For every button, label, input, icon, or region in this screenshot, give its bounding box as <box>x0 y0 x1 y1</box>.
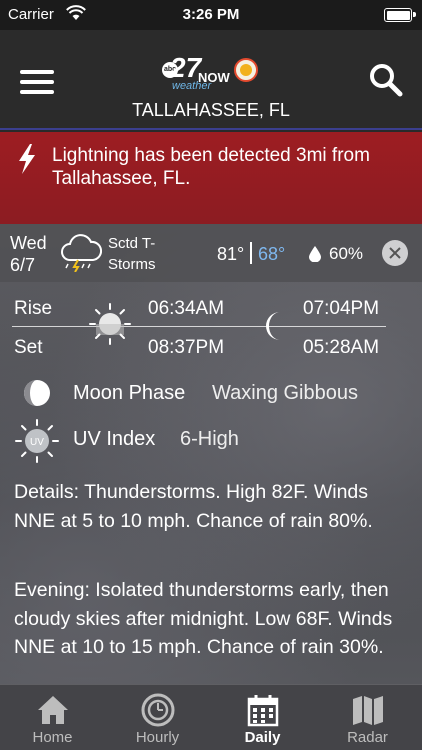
bottom-tab-bar: Home Hourly Daily Radar <box>0 684 422 750</box>
uv-sun-icon: UV <box>15 419 59 463</box>
uv-index-label: UV Index <box>73 428 156 450</box>
hamburger-line <box>20 90 54 94</box>
raindrop-icon <box>309 246 321 262</box>
alert-message: Lightning has been detected 3mi from Tal… <box>52 145 370 189</box>
thunderstorm-cloud-icon <box>61 234 102 272</box>
evening-text: Evening: Isolated thunderstorms early, t… <box>14 579 393 658</box>
day-name: Wed <box>10 233 47 253</box>
moonrise-time: 07:04PM <box>303 298 380 319</box>
low-temp: 68° <box>258 244 286 264</box>
set-label: Set <box>14 337 43 358</box>
location-title: TALLAHASSEE, FL <box>132 100 290 120</box>
home-icon <box>37 696 68 724</box>
close-button[interactable] <box>382 240 408 266</box>
sunrise-time: 06:34AM <box>148 298 225 319</box>
rise-label: Rise <box>14 298 53 319</box>
precip-chance: 60% <box>329 244 364 263</box>
tab-home-label: Home <box>32 729 73 746</box>
menu-button[interactable] <box>20 70 54 94</box>
sunset-time: 08:37PM <box>148 337 225 358</box>
calendar-icon <box>247 695 278 727</box>
close-icon <box>389 247 401 259</box>
hamburger-line <box>20 70 54 74</box>
lightning-alert-banner[interactable]: Lightning has been detected 3mi from Tal… <box>0 132 422 224</box>
moon-icon <box>266 312 280 340</box>
partner-logo-icon <box>234 58 258 82</box>
search-icon[interactable] <box>368 62 404 98</box>
high-temp: 81° <box>217 244 245 264</box>
hamburger-line <box>20 80 54 84</box>
moon-phase-value: Waxing Gibbous <box>212 382 358 404</box>
app-header: abc 27 NOW weather TALLAHASSEE, FL <box>0 30 422 130</box>
details-text: Details: Thunderstorms. High 82F. Winds … <box>14 481 373 532</box>
daily-detail-panel: Wed 6/7 Sctd T- Storms 81° 68° 60% Rise … <box>0 224 422 684</box>
clock-icon <box>141 693 174 727</box>
tab-home[interactable]: Home <box>0 685 105 750</box>
tab-radar[interactable]: Radar <box>315 685 420 750</box>
day-date: Wed 6/7 <box>10 232 47 276</box>
status-time: 3:26 PM <box>182 6 240 23</box>
sun-icon <box>89 303 131 345</box>
tab-daily-label: Daily <box>244 729 281 746</box>
date-value: 6/7 <box>10 255 36 275</box>
condition-line-2: Storms <box>108 256 156 273</box>
sun-moon-times: Rise Set 06:34AM 08:37PM 07:04PM 05:28AM <box>0 292 422 372</box>
battery-icon <box>384 8 416 22</box>
uv-icon-text: UV <box>30 437 44 448</box>
logo-weather-text: weather <box>172 80 212 92</box>
temp-divider <box>250 242 252 264</box>
uv-index-value: 6-High <box>180 428 239 450</box>
condition-text: Sctd T- Storms <box>108 233 156 275</box>
moon-phase-row: Moon Phase Waxing Gibbous <box>0 374 422 414</box>
tab-daily[interactable]: Daily <box>210 685 315 750</box>
status-bar: Carrier 3:26 PM <box>0 0 422 30</box>
day-summary-row: Wed 6/7 Sctd T- Storms 81° 68° 60% <box>0 224 422 282</box>
condition-line-1: Sctd T- <box>108 235 156 252</box>
moon-phase-icon <box>24 380 50 406</box>
moonset-time: 05:28AM <box>303 337 380 358</box>
tab-hourly[interactable]: Hourly <box>105 685 210 750</box>
tab-hourly-label: Hourly <box>135 729 180 746</box>
uv-index-row: UV UV Index 6-High <box>0 418 422 464</box>
moon-phase-label: Moon Phase <box>73 382 186 404</box>
rise-set-divider <box>12 326 386 327</box>
tab-radar-label: Radar <box>347 729 388 746</box>
app-logo: abc 27 NOW weather <box>160 52 260 92</box>
map-icon <box>352 696 383 725</box>
lightning-bolt-icon <box>19 144 35 174</box>
